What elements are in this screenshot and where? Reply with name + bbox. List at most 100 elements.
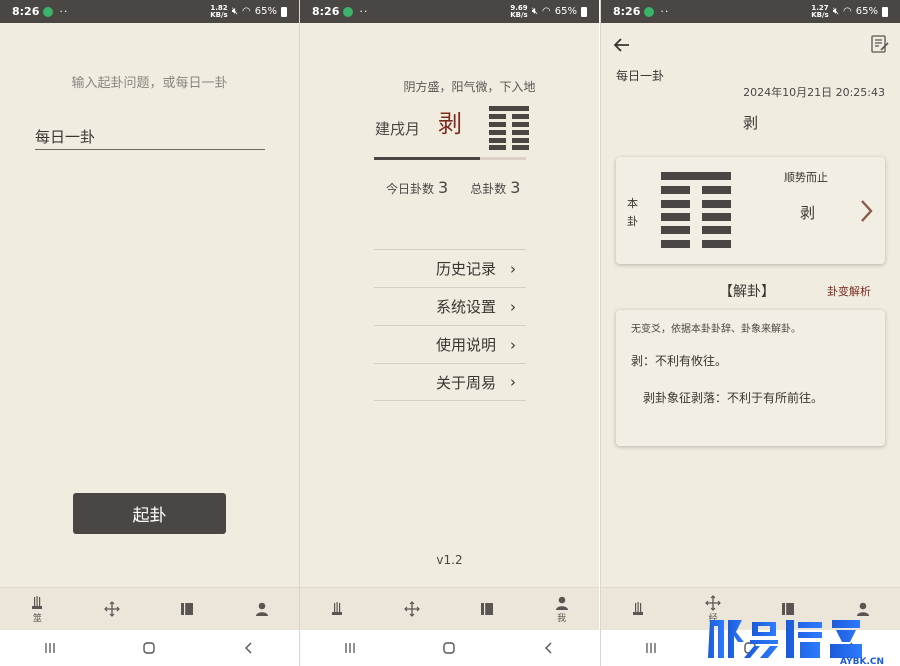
compass-icon — [705, 594, 721, 611]
battery-level: 65% — [254, 6, 277, 17]
menu-item-settings[interactable]: 系统设置 › — [374, 287, 526, 325]
status-time: 8:26 — [12, 5, 40, 18]
recents-icon[interactable] — [644, 641, 658, 655]
wifi-icon: ◠ — [242, 6, 251, 17]
nav-divination[interactable]: 筮 — [0, 588, 75, 630]
question-input[interactable] — [35, 124, 265, 150]
gua-name: 剥 — [438, 110, 462, 138]
nav-book[interactable] — [450, 588, 525, 630]
chevron-right-icon: › — [510, 373, 516, 391]
shield-icon — [343, 6, 354, 17]
month-progress-bar — [374, 157, 526, 160]
more-dots-icon: ·· — [59, 5, 69, 18]
gua-name: 剥 — [800, 204, 816, 222]
home-icon[interactable] — [142, 641, 156, 655]
gua-explanation: 剥卦象征剥落：不利于有所前往。 — [643, 391, 824, 405]
recents-icon[interactable] — [343, 641, 357, 655]
chevron-right-icon — [861, 200, 873, 222]
wifi-icon: ◠ — [542, 6, 551, 17]
person-icon — [555, 596, 568, 610]
chevron-right-icon: › — [510, 335, 516, 354]
menu-item-instructions[interactable]: 使用说明 › — [374, 325, 526, 363]
today-count: 3 — [438, 178, 449, 197]
system-nav — [300, 630, 599, 666]
incense-icon — [633, 602, 644, 615]
nav-divination[interactable] — [300, 588, 375, 630]
nav-compass[interactable] — [375, 588, 450, 630]
screen-divination: 8:26 ·· 1.82 KB/s 🔇︎ ◠ 65% 输入起卦问题，或每日一卦 … — [0, 0, 299, 666]
screen-profile: 8:26 ·· 9.69 KB/s 🔇︎ ◠ 65% 阴方盛，阳气微，下入地 建… — [300, 0, 599, 666]
ben-gua-card[interactable]: 本卦 顺势而止 剥 — [616, 157, 885, 264]
edit-note-icon[interactable] — [870, 34, 890, 54]
month-label: 建戌月 — [375, 120, 421, 138]
system-nav — [0, 630, 299, 666]
month-phrase: 阴方盛，阳气微，下入地 — [403, 80, 536, 94]
person-icon — [255, 602, 268, 616]
compass-icon — [104, 601, 120, 617]
nav-profile-label: 我 — [557, 613, 567, 624]
mute-icon: 🔇︎ — [531, 6, 539, 17]
wifi-icon: ◠ — [843, 6, 852, 17]
menu-item-about[interactable]: 关于周易 › — [374, 363, 526, 401]
nav-compass[interactable] — [75, 588, 150, 630]
nav-divination-label: 筮 — [32, 613, 42, 624]
incense-icon — [332, 602, 343, 615]
settings-menu: 历史记录 › 系统设置 › 使用说明 › 关于周易 › — [374, 249, 526, 401]
nav-book[interactable] — [150, 588, 225, 630]
change-analysis-link[interactable]: 卦变解析 — [827, 283, 871, 299]
status-bar: 8:26 ·· 1.27 KB/s 🔇︎ ◠ 65% — [601, 0, 900, 23]
gua-counts: 今日卦数 3 总卦数 3 — [386, 178, 520, 197]
net-speed: 1.82 KB/s — [210, 3, 228, 19]
more-dots-icon: ·· — [359, 5, 369, 18]
battery-level: 65% — [554, 6, 577, 17]
total-count: 3 — [510, 178, 521, 197]
menu-item-history[interactable]: 历史记录 › — [374, 249, 526, 287]
recents-icon[interactable] — [43, 641, 57, 655]
interpretation-note: 无变爻，依据本卦卦辞、卦象来解卦。 — [631, 324, 801, 335]
battery-icon — [882, 6, 888, 17]
net-speed: 1.27 KB/s — [811, 3, 829, 19]
bottom-nav: 我 — [300, 587, 599, 630]
ben-gua-label: 本卦 — [627, 197, 638, 228]
divination-datetime: 2024年10月21日 20:25:43 — [743, 86, 885, 99]
start-divination-button[interactable]: 起卦 — [73, 493, 226, 534]
shield-icon — [644, 6, 655, 17]
month-progress-fill — [374, 157, 481, 160]
back-arrow-icon[interactable] — [613, 36, 631, 54]
battery-icon — [581, 6, 587, 17]
interpretation-heading: 【解卦】 — [719, 284, 775, 300]
compass-icon — [404, 601, 420, 617]
hexagram-icon — [661, 172, 731, 248]
home-icon[interactable] — [442, 641, 456, 655]
interpretation-panel: 无变爻，依据本卦卦辞、卦象来解卦。 剥：不利有攸往。 剥卦象征剥落：不利于有所前… — [616, 310, 885, 446]
status-bar: 8:26 ·· 1.82 KB/s 🔇︎ ◠ 65% — [0, 0, 299, 23]
incense-icon — [32, 595, 43, 609]
bottom-nav: 筮 — [0, 587, 299, 630]
status-bar: 8:26 ·· 9.69 KB/s 🔇︎ ◠ 65% — [300, 0, 599, 23]
nav-profile[interactable]: 我 — [524, 588, 599, 630]
gua-phrase: 顺势而止 — [784, 171, 828, 184]
back-icon[interactable] — [242, 641, 256, 655]
mute-icon: 🔇︎ — [231, 6, 239, 17]
nav-profile[interactable] — [224, 588, 299, 630]
net-speed: 9.69 KB/s — [510, 3, 528, 19]
today-count-label: 今日卦数 — [386, 182, 435, 196]
battery-level: 65% — [855, 6, 878, 17]
hexagram-icon — [489, 106, 529, 150]
more-dots-icon: ·· — [660, 5, 670, 18]
watermark-logo: AYBK.CN — [708, 620, 884, 666]
chevron-right-icon: › — [510, 297, 516, 316]
battery-icon — [281, 6, 287, 17]
book-icon — [180, 603, 193, 615]
back-icon[interactable] — [542, 641, 556, 655]
mute-icon: 🔇︎ — [832, 6, 840, 17]
gua-judgement: 剥：不利有攸往。 — [631, 354, 728, 368]
svg-text:AYBK.CN: AYBK.CN — [840, 657, 884, 666]
shield-icon — [43, 6, 54, 17]
result-title: 剥 — [742, 114, 758, 132]
status-time: 8:26 — [613, 5, 641, 18]
nav-divination[interactable] — [601, 588, 676, 630]
chevron-right-icon: › — [510, 259, 516, 278]
app-version: v1.2 — [436, 553, 463, 567]
screen-result: 8:26 ·· 1.27 KB/s 🔇︎ ◠ 65% 每日一卦 2024年10月… — [601, 0, 900, 666]
